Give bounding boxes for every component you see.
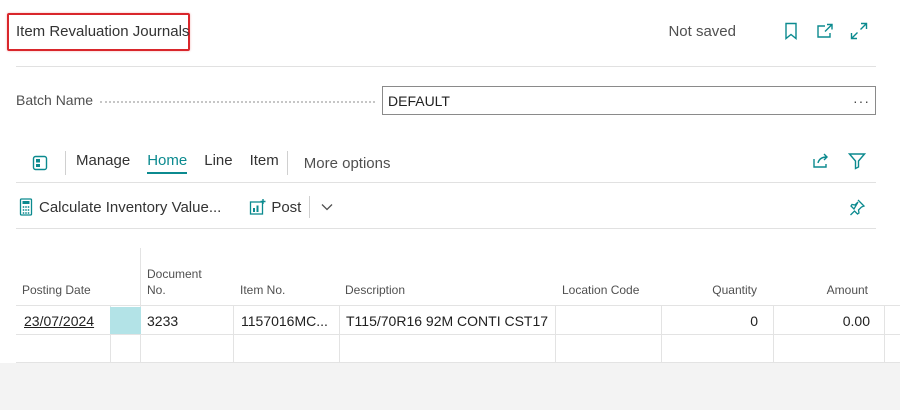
filter-icon[interactable] xyxy=(846,150,868,172)
command-bar: Calculate Inventory Value... Post xyxy=(16,193,876,221)
show-detail-pane-icon[interactable] xyxy=(27,150,53,176)
header-quantity[interactable]: Quantity xyxy=(662,282,757,298)
action-bar-divider xyxy=(16,182,876,183)
more-divider xyxy=(286,151,288,175)
header-document-no[interactable]: Document No. xyxy=(147,266,202,298)
chevron-down-icon[interactable] xyxy=(318,197,336,217)
command-bar-divider xyxy=(16,228,876,229)
journal-grid: Posting Date Document No. Item No. Descr… xyxy=(0,248,900,410)
bookmark-icon[interactable] xyxy=(780,20,802,42)
expand-icon[interactable] xyxy=(848,20,870,42)
post-divider xyxy=(309,196,311,218)
document-no-cell[interactable]: 3233 xyxy=(147,313,231,329)
action-bar: Manage Home Line Item More options xyxy=(16,148,876,178)
header-amount[interactable]: Amount xyxy=(773,282,868,298)
post-button[interactable]: Post xyxy=(248,197,301,217)
pin-icon[interactable] xyxy=(846,196,868,218)
action-bar-right xyxy=(796,150,868,172)
save-status: Not saved xyxy=(668,22,736,40)
header-location-code[interactable]: Location Code xyxy=(562,282,639,298)
calculate-inventory-value-button[interactable]: Calculate Inventory Value... xyxy=(16,197,221,217)
column-divider xyxy=(884,306,885,363)
amount-cell[interactable]: 0.00 xyxy=(774,313,870,329)
batch-lookup-button[interactable]: ··· xyxy=(853,93,870,109)
item-no-cell[interactable]: 1157016MC... xyxy=(241,313,337,329)
share-icon[interactable] xyxy=(810,150,832,172)
batch-name-label: Batch Name xyxy=(16,92,94,108)
grid-empty-area xyxy=(0,363,900,410)
header-toolbar: Not saved xyxy=(668,20,870,42)
more-options-button[interactable]: More options xyxy=(304,155,391,172)
tab-item[interactable]: Item xyxy=(250,152,279,174)
batch-name-value: DEFAULT xyxy=(388,92,450,109)
post-label: Post xyxy=(271,198,302,216)
header-divider xyxy=(16,66,876,67)
page-title: Item Revaluation Journals xyxy=(16,23,190,40)
calculate-inventory-value-label: Calculate Inventory Value... xyxy=(39,198,222,216)
batch-name-leader-dots xyxy=(100,101,375,103)
header-item-no[interactable]: Item No. xyxy=(240,282,285,298)
tab-line[interactable]: Line xyxy=(204,152,232,174)
batch-name-field[interactable]: DEFAULT ··· xyxy=(382,86,876,115)
header-posting-date[interactable]: Posting Date xyxy=(22,282,91,298)
quantity-cell[interactable]: 0 xyxy=(662,313,758,329)
header-document-no-line2: No. xyxy=(147,283,166,297)
header-row-divider xyxy=(16,305,900,306)
empty-new-row[interactable] xyxy=(16,335,884,362)
header-description[interactable]: Description xyxy=(345,282,405,298)
calculator-icon xyxy=(16,197,36,217)
header-document-no-line1: Document xyxy=(147,267,202,281)
posting-date-cell[interactable]: 23/07/2024 xyxy=(24,313,108,329)
row-selector-cell[interactable] xyxy=(110,307,141,334)
post-icon xyxy=(248,197,268,217)
tab-manage[interactable]: Manage xyxy=(76,152,130,174)
tab-home[interactable]: Home xyxy=(147,152,188,174)
description-cell[interactable]: T115/70R16 92M CONTI CST17 xyxy=(346,313,554,329)
row-divider xyxy=(16,362,900,363)
open-new-window-icon[interactable] xyxy=(814,20,836,42)
action-divider xyxy=(65,151,66,175)
